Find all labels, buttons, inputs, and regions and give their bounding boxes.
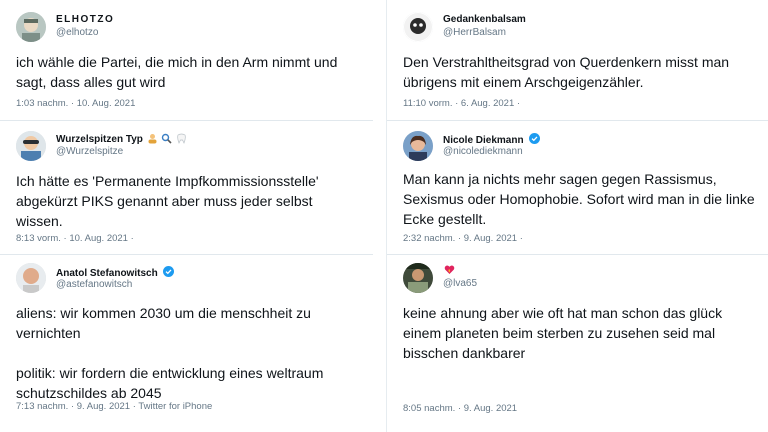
tweet-author-name[interactable]: Anatol Stefanowitsch [56,266,175,280]
avatar[interactable] [403,263,433,293]
tooth-icon [176,133,187,148]
tweet-card[interactable]: Gedankenbalsam @HerrBalsam Den Verstrahl… [387,0,768,121]
heart-fire-icon [444,264,455,279]
tweet-author-name-text: Wurzelspitzen Typ [56,134,143,145]
tweet-author-handle[interactable]: @astefanowitsch [56,279,132,291]
tweet-author-name-text: Nicole Diekmann [443,135,524,146]
tweet-author-name-text: Anatol Stefanowitsch [56,268,158,279]
tweet-card[interactable]: Wurzelspitzen Typ @Wurzelspitze Ich hätt… [0,121,373,255]
tweet-card[interactable]: ELHOTZO @elhotzo ich wähle die Partei, d… [0,0,373,121]
tweet-timestamp[interactable]: 11:10 vorm. · 6. Aug. 2021 · [403,98,520,110]
verified-badge-icon [529,133,541,144]
avatar[interactable] [16,12,46,42]
tweet-text: Den Verstrahltheitsgrad von Querdenkern … [403,54,730,90]
tweet-card[interactable]: @lva65 keine ahnung aber wie oft hat man… [387,255,768,432]
tweet-author-handle[interactable]: @elhotzo [56,27,98,39]
avatar[interactable] [16,131,46,161]
magnifier-icon [161,133,173,148]
tweet-card[interactable]: Nicole Diekmann @nicolediekmann Man kann… [387,121,768,255]
tweet-timestamp[interactable]: 2:32 nachm. · 9. Aug. 2021 · [403,233,523,245]
tweet-text: ich wähle die Partei, die mich in den Ar… [16,54,338,90]
column-gap [373,0,386,432]
tweet-author-handle[interactable]: @nicolediekmann [443,146,523,158]
person-icon [147,133,158,148]
tweet-timestamp[interactable]: 1:03 nachm. · 10. Aug. 2021 [16,98,135,110]
avatar[interactable] [16,263,46,293]
tweet-timestamp[interactable]: 7:13 nachm. · 9. Aug. 2021 · Twitter for… [16,401,212,413]
tweet-text: Man kann ja nichts mehr sagen gegen Rass… [403,171,755,227]
tweet-author-name[interactable] [443,264,455,279]
tweet-author-handle[interactable]: @HerrBalsam [443,27,506,39]
tweet-timestamp[interactable]: 8:13 vorm. · 10. Aug. 2021 · [16,233,134,245]
avatar[interactable] [403,12,433,42]
tweet-author-handle[interactable]: @lva65 [443,278,477,290]
tweet-text: keine ahnung aber wie oft hat man schon … [403,305,723,361]
tweet-author-handle[interactable]: @Wurzelspitze [56,146,123,158]
tweet-text: aliens: wir kommen 2030 um die menschhei… [16,305,324,401]
avatar[interactable] [403,131,433,161]
verified-badge-icon [163,266,175,277]
tweet-author-name[interactable]: Nicole Diekmann [443,133,541,147]
tweet-column-left: ELHOTZO @elhotzo ich wähle die Partei, d… [0,0,374,432]
tweet-author-name[interactable]: Gedankenbalsam [443,14,526,26]
tweet-author-name[interactable]: ELHOTZO [56,14,114,26]
tweet-column-right: Gedankenbalsam @HerrBalsam Den Verstrahl… [386,0,768,432]
tweet-card[interactable]: Anatol Stefanowitsch @astefanowitsch ali… [0,255,373,432]
tweet-timestamp[interactable]: 8:05 nachm. · 9. Aug. 2021 [403,403,517,415]
tweet-text: Ich hätte es 'Permanente Impfkommissions… [16,173,319,229]
